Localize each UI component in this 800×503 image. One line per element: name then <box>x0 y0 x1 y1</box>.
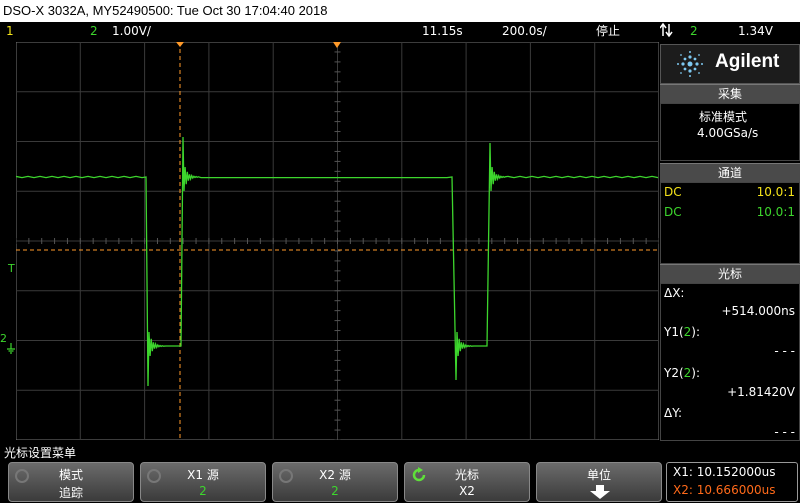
agilent-spark-icon <box>677 51 703 77</box>
time-scale: 200.0s/ <box>502 24 547 38</box>
x1-readout: X1: 10.152000us <box>673 465 776 479</box>
y1-label: Y1(2): <box>664 325 701 339</box>
trigger-edge-icon <box>659 22 676 43</box>
y2-label: Y2(2): <box>664 366 701 380</box>
softkey-x1-source[interactable]: X1 源 2 <box>140 462 266 502</box>
info-panel: Agilent 采集 标准模式 4.00GSa/s 通道 DC 10.0:1 D… <box>660 44 800 442</box>
ch2-indicator[interactable]: 2 <box>90 22 98 40</box>
softkey-cursor[interactable]: 光标 X2 <box>404 462 530 502</box>
acquisition-section: 标准模式 4.00GSa/s <box>660 103 800 161</box>
y1-value: - - - <box>774 344 795 358</box>
softkey-x2-source[interactable]: X2 源 2 <box>272 462 398 502</box>
delta-y-value: - - - <box>774 425 795 439</box>
waveform-display[interactable] <box>16 42 659 440</box>
ch1-indicator[interactable]: 1 <box>6 22 14 40</box>
ground-icon <box>6 340 16 359</box>
softkey-cursor-value: X2 <box>459 484 475 498</box>
channel-header: 通道 <box>660 163 800 182</box>
softkey-x2-value: 2 <box>331 484 339 498</box>
delta-x-value: +514.000ns <box>721 304 795 318</box>
x2-readout: X2: 10.666000us <box>673 483 776 497</box>
window-title: DSO-X 3032A, MY52490500: Tue Oct 30 17:0… <box>3 3 328 18</box>
y2-value: +1.81420V <box>727 385 795 399</box>
trigger-level: 1.34V <box>738 24 773 38</box>
ch1-coupling: DC <box>664 185 682 199</box>
status-bar: 1 2 1.00V/ 11.15s 200.0s/ 停止 2 1.34V <box>0 22 800 40</box>
softkey-mode-label: 模式 <box>58 468 83 482</box>
brand-logo: Agilent <box>660 44 800 84</box>
trigger-channel: 2 <box>690 24 698 38</box>
softkey-x1-label: X1 源 <box>187 468 219 482</box>
cursor-section: ΔX: +514.000ns Y1(2): - - - Y2(2): +1.81… <box>660 283 800 441</box>
softkey-mode[interactable]: 模式 追踪 <box>8 462 134 502</box>
channel-section: DC 10.0:1 DC 10.0:1 <box>660 182 800 264</box>
trigger-marker: T <box>8 262 15 275</box>
down-arrow-icon <box>590 485 610 499</box>
ch2-scale: 1.00V/ <box>112 24 151 38</box>
time-offset: 11.15s <box>422 24 463 38</box>
brand-name: Agilent <box>715 51 780 72</box>
ch2-probe: 10.0:1 <box>756 205 795 219</box>
softkey-x1-value: 2 <box>199 484 207 498</box>
cursor-readout: X1: 10.152000us X2: 10.666000us <box>666 462 798 502</box>
delta-y-label: ΔY: <box>664 406 682 420</box>
run-state: 停止 <box>596 24 621 38</box>
cursor-header: 光标 <box>660 264 800 283</box>
softkey-mode-value: 追踪 <box>58 486 83 500</box>
delta-x-label: ΔX: <box>664 286 685 300</box>
menu-title: 光标设置菜单 <box>4 446 77 460</box>
window-title-bar: DSO-X 3032A, MY52490500: Tue Oct 30 17:0… <box>0 0 800 22</box>
softkey-units[interactable]: 单位 <box>536 462 662 502</box>
acquisition-header: 采集 <box>660 84 800 103</box>
softkey-units-label: 单位 <box>586 468 611 482</box>
acquisition-mode: 标准模式 <box>699 110 748 124</box>
softkey-x2-label: X2 源 <box>319 468 351 482</box>
ch2-coupling: DC <box>664 205 682 219</box>
ch1-probe: 10.0:1 <box>756 185 795 199</box>
sample-rate: 4.00GSa/s <box>697 126 759 140</box>
softkey-cursor-label: 光标 <box>454 468 479 482</box>
